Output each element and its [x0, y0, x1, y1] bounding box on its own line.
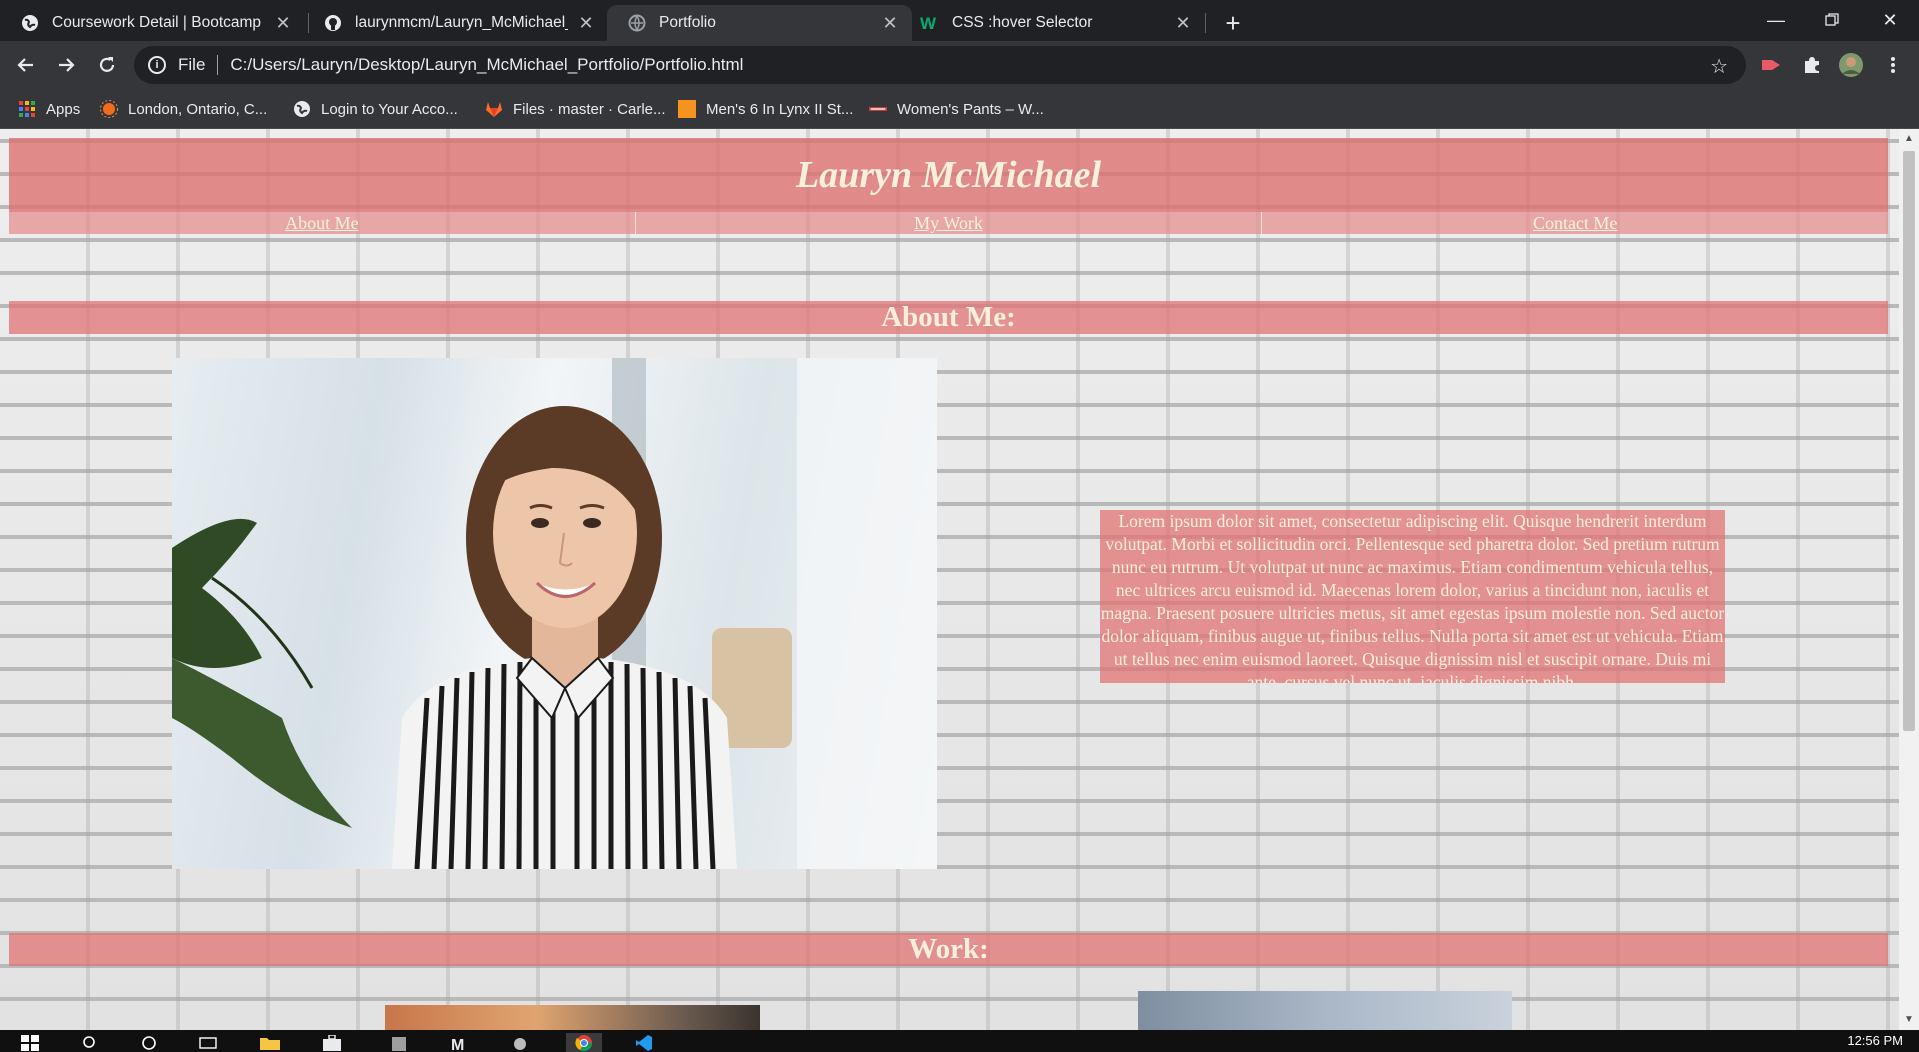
browser-toolbar: i File C:/Users/Lauryn/Desktop/Lauryn_Mc… [0, 41, 1919, 89]
weather-icon [100, 100, 118, 118]
site-header: Lauryn McMichael [9, 138, 1888, 212]
github-icon [323, 13, 343, 33]
reload-icon[interactable] [91, 49, 123, 81]
profile-photo [172, 358, 937, 869]
site-info-icon[interactable]: i [148, 56, 166, 74]
bookmark-weather[interactable]: London, Ontario, C... [100, 98, 267, 120]
main-nav: About Me My Work Contact Me [9, 212, 1888, 234]
work-heading: Work: [9, 933, 1888, 966]
address-bar[interactable]: i File C:/Users/Lauryn/Desktop/Lauryn_Mc… [134, 46, 1746, 84]
scroll-up-icon[interactable]: ▲ [1903, 133, 1915, 145]
tab-separator [1205, 13, 1206, 33]
tab-title: laurynmcm/Lauryn_McMichael_P [355, 14, 568, 31]
w3schools-icon: W [920, 13, 940, 33]
store-bag-icon[interactable] [320, 1033, 344, 1052]
new-tab-button[interactable]: + [1218, 8, 1248, 38]
bookmark-womens-pants[interactable]: Women's Pants – W... [869, 98, 1044, 120]
apps-grid-icon [18, 100, 36, 118]
page-viewport: Lauryn McMichael About Me My Work Contac… [0, 129, 1899, 1030]
nav-link-about-me[interactable]: About Me [9, 212, 636, 234]
svg-text:M: M [451, 1037, 464, 1051]
url-text[interactable]: C:/Users/Lauryn/Desktop/Lauryn_McMichael… [230, 55, 743, 75]
bookmark-label: Women's Pants – W... [897, 100, 1044, 118]
file-explorer-icon[interactable] [258, 1033, 282, 1052]
globe-icon [293, 100, 311, 118]
gitlab-icon [485, 100, 503, 118]
bookmark-star-icon[interactable]: ☆ [1710, 54, 1728, 79]
task-view-icon[interactable] [196, 1033, 220, 1052]
svg-text:W: W [920, 14, 937, 32]
tab-github[interactable]: laurynmcm/Lauryn_McMichael_P ✕ [303, 5, 608, 41]
bookmark-login[interactable]: Login to Your Acco... [293, 98, 458, 120]
bookmark-gitlab[interactable]: Files · master · Carle... [485, 98, 666, 120]
extensions-puzzle-icon[interactable] [1799, 52, 1825, 78]
tab-strip: Coursework Detail | Bootcamp Sp ✕ lauryn… [0, 0, 1919, 41]
avatar[interactable] [1838, 52, 1864, 78]
office-icon[interactable] [387, 1033, 411, 1052]
system-clock: 12:56 PM [1847, 1033, 1903, 1048]
bookmark-label: London, Ontario, C... [128, 100, 268, 118]
tab-portfolio[interactable]: Portfolio ✕ [607, 5, 912, 41]
globe-icon [20, 13, 40, 33]
mail-app-icon[interactable]: M [447, 1033, 471, 1052]
scroll-down-icon[interactable]: ▼ [1903, 1014, 1915, 1026]
chrome-icon[interactable] [566, 1033, 602, 1052]
bookmark-label: Apps [46, 100, 81, 118]
bookmark-mens-shoes[interactable]: Men's 6 In Lynx II St... [678, 98, 853, 120]
site-title: Lauryn McMichael [795, 154, 1102, 196]
work-thumbnail[interactable] [385, 1005, 760, 1030]
page-scrollbar[interactable]: ▲ ▼ [1899, 129, 1919, 1030]
windows-start-icon[interactable] [18, 1033, 42, 1052]
close-icon[interactable]: ✕ [576, 13, 596, 33]
minimize-icon[interactable]: — [1748, 0, 1804, 40]
tab-css-hover[interactable]: W CSS :hover Selector ✕ [900, 5, 1205, 41]
bookmark-label: Login to Your Acco... [321, 100, 458, 118]
close-icon[interactable]: ✕ [880, 13, 900, 33]
app-icon[interactable] [508, 1033, 532, 1052]
search-icon[interactable] [78, 1033, 102, 1052]
address-divider [217, 55, 219, 75]
bookmark-label: Men's 6 In Lynx II St... [706, 100, 854, 118]
bookmark-label: Files · master · Carle... [513, 100, 666, 118]
windows-taskbar: M 12:56 PM [0, 1030, 1919, 1052]
back-arrow-icon[interactable] [10, 49, 42, 81]
scrollbar-thumb[interactable] [1903, 151, 1915, 731]
orange-square-icon [678, 100, 696, 118]
work-thumbnail[interactable] [1138, 991, 1512, 1030]
tab-coursework[interactable]: Coursework Detail | Bootcamp Sp ✕ [0, 5, 305, 41]
restore-icon[interactable] [1804, 0, 1860, 40]
bookmark-apps[interactable]: Apps [18, 98, 80, 120]
scheme-label: File [178, 55, 206, 74]
forward-arrow-icon[interactable] [50, 49, 82, 81]
vscode-icon[interactable] [632, 1033, 656, 1052]
nav-link-my-work[interactable]: My Work [636, 212, 1263, 234]
tab-title: Coursework Detail | Bootcamp Sp [52, 14, 265, 31]
tab-title: Portfolio [659, 14, 716, 31]
close-icon[interactable]: ✕ [1173, 13, 1193, 33]
about-heading: About Me: [9, 301, 1888, 334]
nav-link-contact-me[interactable]: Contact Me [1262, 212, 1888, 234]
cortana-icon[interactable] [137, 1033, 161, 1052]
tab-title: CSS :hover Selector [952, 14, 1093, 31]
screencast-extension-icon[interactable] [1758, 52, 1784, 78]
about-description: Lorem ipsum dolor sit amet, consectetur … [1100, 510, 1725, 683]
store-icon [869, 100, 887, 118]
bookmarks-bar: Apps London, Ontario, C... Login to Your… [0, 89, 1919, 129]
close-icon[interactable]: ✕ [273, 13, 293, 33]
menu-kebab-icon[interactable] [1880, 52, 1906, 78]
window-close-icon[interactable]: ✕ [1862, 0, 1918, 40]
globe-icon [627, 13, 647, 33]
